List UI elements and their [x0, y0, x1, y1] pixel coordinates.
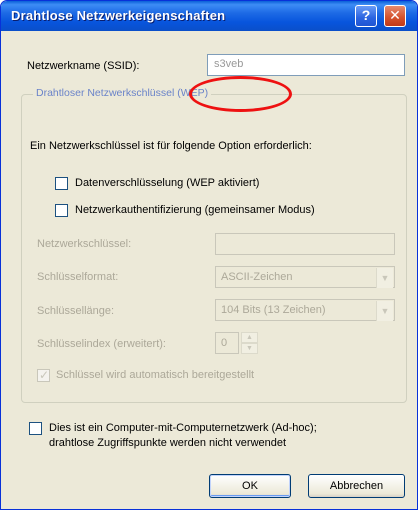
key-format-value: ASCII-Zeichen [221, 271, 293, 283]
key-format-label: Schlüsselformat: [37, 271, 119, 283]
dialog-window: Drahtlose Netzwerkeigenschaften ? ✕ Netz… [0, 0, 418, 510]
network-key-label: Netzwerkschlüssel: [37, 238, 132, 250]
key-index-input[interactable]: 0 [215, 332, 239, 354]
key-index-value: 0 [221, 337, 228, 349]
ssid-label: Netzwerkname (SSID): [27, 60, 140, 72]
key-index-label: Schlüsselindex (erweitert): [37, 338, 166, 350]
network-key-input[interactable] [215, 233, 395, 255]
key-length-select[interactable]: 104 Bits (13 Zeichen) ▼ [215, 299, 395, 321]
red-circle-annotation [189, 76, 292, 112]
spin-down-icon[interactable]: ▼ [241, 343, 258, 354]
key-length-label: Schlüssellänge: [37, 305, 115, 317]
adhoc-label: Dies ist ein Computer-mit-Computernetzwe… [49, 421, 317, 451]
chevron-down-icon[interactable]: ▼ [376, 301, 393, 321]
auto-key-label: Schlüssel wird automatisch bereitgestell… [56, 369, 255, 381]
encryption-label: Datenverschlüsselung (WEP aktiviert) [75, 177, 260, 189]
window-title: Drahtlose Netzwerkeigenschaften [11, 8, 226, 23]
encryption-checkbox[interactable] [55, 177, 68, 190]
title-bar[interactable]: Drahtlose Netzwerkeigenschaften ? ✕ [1, 1, 417, 31]
adhoc-checkbox[interactable] [29, 422, 42, 435]
ssid-input[interactable]: s3veb [207, 54, 405, 76]
help-button[interactable]: ? [355, 5, 377, 27]
close-button[interactable]: ✕ [384, 5, 406, 27]
key-length-value: 104 Bits (13 Zeichen) [221, 304, 326, 316]
key-index-spinner[interactable]: ▲ ▼ [241, 332, 258, 354]
checkmark-icon: ✓ [39, 368, 50, 382]
auth-checkbox[interactable] [55, 204, 68, 217]
ok-button[interactable]: OK [209, 474, 291, 498]
wep-group-title: Drahtloser Netzwerkschlüssel (WEP) [33, 87, 212, 99]
spin-up-icon[interactable]: ▲ [241, 332, 258, 343]
adhoc-line-1: Dies ist ein Computer-mit-Computernetzwe… [49, 422, 317, 434]
auth-label: Netzwerkauthentifizierung (gemeinsamer M… [75, 204, 315, 216]
adhoc-line-2: drahtlose Zugriffspunkte werden nicht ve… [49, 437, 287, 449]
auto-key-checkbox[interactable]: ✓ [37, 368, 50, 382]
cancel-button[interactable]: Abbrechen [308, 474, 405, 498]
ssid-value: s3veb [214, 58, 244, 70]
key-format-select[interactable]: ASCII-Zeichen ▼ [215, 266, 395, 288]
chevron-down-icon[interactable]: ▼ [376, 268, 393, 288]
key-required-info: Ein Netzwerkschlüssel ist für folgende O… [30, 140, 312, 152]
